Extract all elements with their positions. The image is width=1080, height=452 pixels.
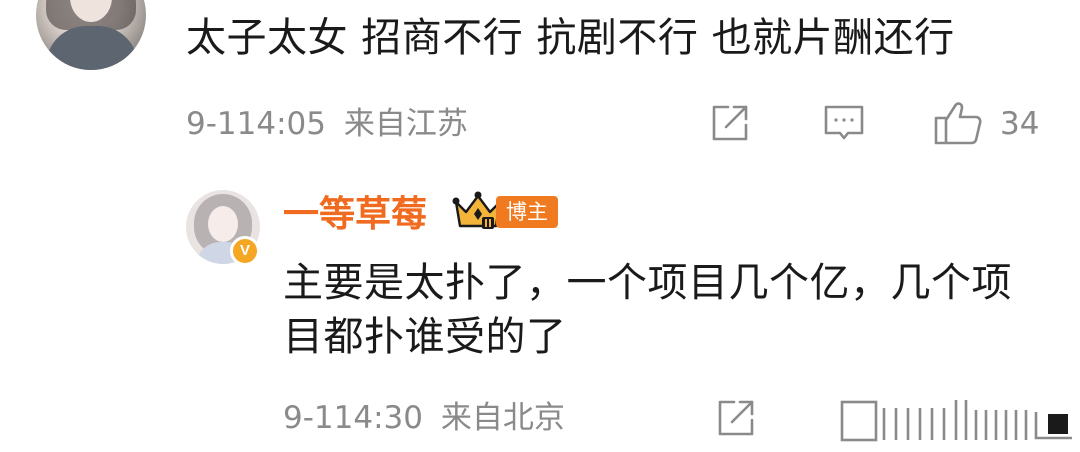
reply-username[interactable]: 一等草莓	[283, 192, 427, 238]
reply-timestamp: 9-114:30	[283, 400, 423, 436]
verified-badge: V	[230, 236, 260, 266]
like-count: 34	[1000, 106, 1040, 142]
comment-text: 太子太女 招商不行 抗剧不行 也就片酬还行	[186, 15, 955, 61]
reply-location: 来自北京	[440, 400, 565, 436]
reply-icon[interactable]	[822, 101, 866, 145]
commenter-avatar[interactable]	[36, 0, 146, 70]
share-icon[interactable]	[708, 101, 752, 145]
comment-location: 来自江苏	[343, 106, 468, 142]
thumbs-up-icon[interactable]	[933, 98, 983, 146]
share-icon[interactable]	[714, 396, 758, 440]
watermark	[840, 398, 1080, 444]
reply-meta: 9-114:30 来自北京	[283, 398, 565, 438]
comment-meta: 9-114:05 来自江苏	[186, 104, 468, 144]
owner-tag: 博主	[496, 196, 558, 228]
reply-text: 主要是太扑了，一个项目几个亿，几个项目都扑谁受的了	[283, 260, 1012, 360]
comment-timestamp: 9-114:05	[186, 106, 326, 142]
